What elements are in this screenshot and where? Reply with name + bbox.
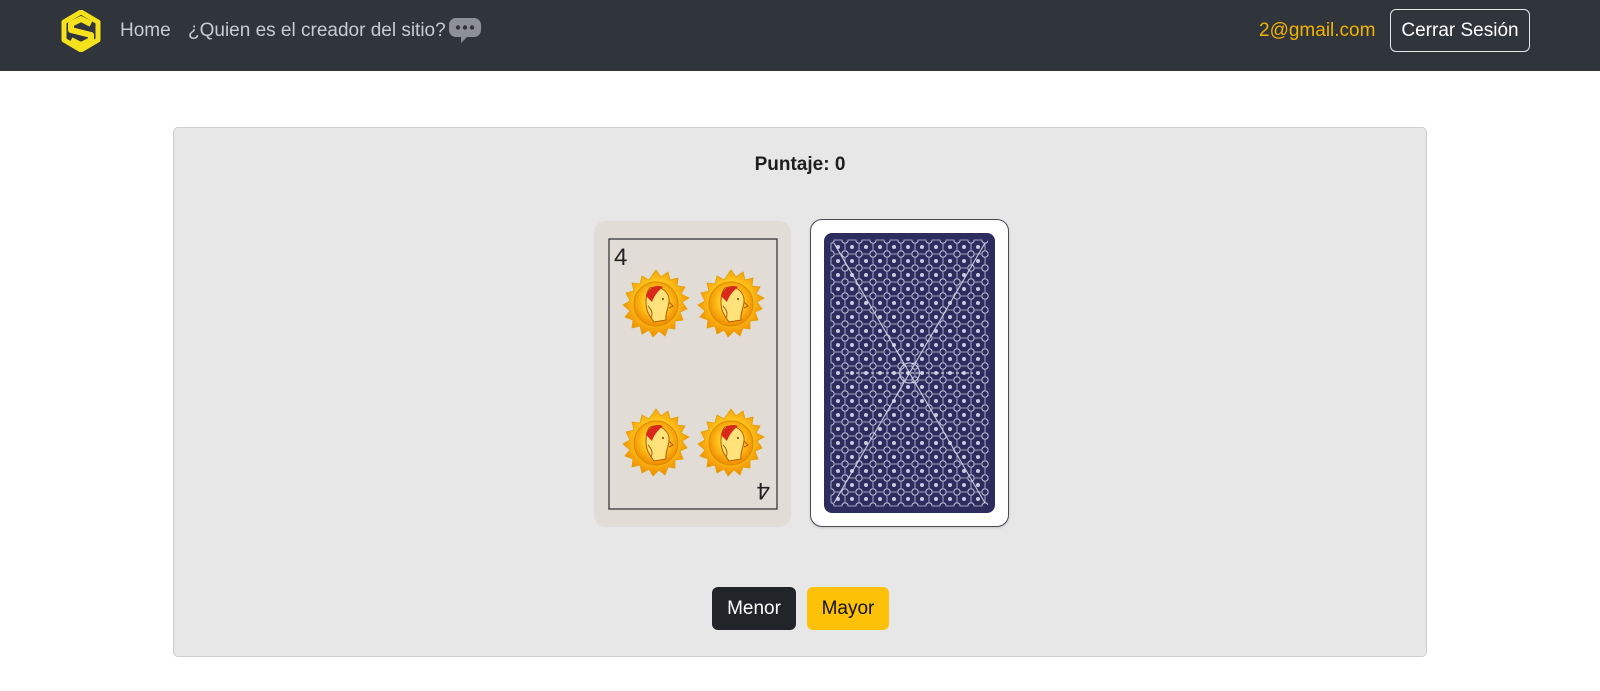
score-label: Puntaje: 0 xyxy=(754,154,846,175)
coin-icon xyxy=(622,269,690,338)
chat-bubbles-icon[interactable] xyxy=(447,16,483,46)
user-email-link[interactable]: 2@gmail.com xyxy=(1259,20,1375,42)
current-card: 4 4 xyxy=(594,221,791,527)
card-back-pattern-icon xyxy=(824,233,995,513)
brand-logo-icon[interactable] xyxy=(60,9,102,53)
coin-icon xyxy=(697,269,765,338)
logout-button[interactable]: Cerrar Sesión xyxy=(1390,9,1530,52)
navbar: Home ¿Quien es el creador del sitio? 2@g… xyxy=(0,0,1600,71)
card-rank-bottom: 4 xyxy=(757,477,770,504)
next-card-face-down xyxy=(810,219,1009,527)
card-rank-top: 4 xyxy=(614,244,627,271)
game-panel: Puntaje: 0 4 4 Menor Mayor xyxy=(173,127,1427,657)
lower-button[interactable]: Menor xyxy=(712,587,796,630)
higher-button[interactable]: Mayor xyxy=(807,587,889,630)
nav-home-link[interactable]: Home xyxy=(120,20,171,42)
coin-icon xyxy=(697,408,765,477)
nav-creator-link[interactable]: ¿Quien es el creador del sitio? xyxy=(188,20,446,42)
coin-icon xyxy=(622,408,690,477)
